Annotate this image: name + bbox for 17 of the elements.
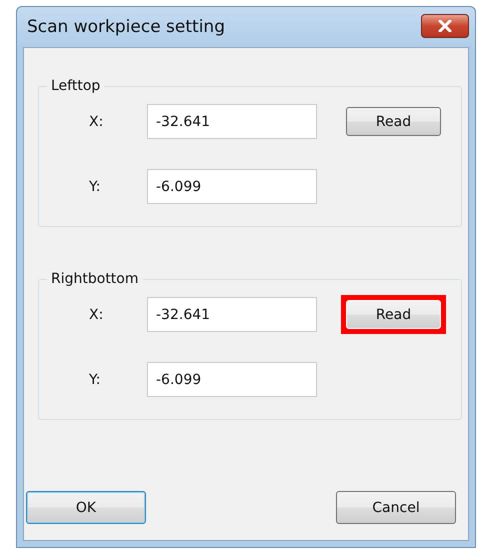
field-label: X: xyxy=(88,306,104,322)
window-title: Scan workpiece setting xyxy=(26,17,225,37)
input-field[interactable]: -32.641 xyxy=(147,297,317,332)
field-label: X: xyxy=(88,114,104,130)
read-button[interactable]: Read xyxy=(346,107,441,136)
close-icon xyxy=(437,20,453,32)
read-button[interactable]: Read xyxy=(346,300,441,329)
input-field[interactable]: -32.641 xyxy=(147,104,317,139)
field-label: Y: xyxy=(88,178,102,194)
close-button[interactable] xyxy=(421,14,469,38)
input-field[interactable]: -6.099 xyxy=(147,362,317,397)
dialog-button[interactable]: Cancel xyxy=(336,491,456,524)
group-title: Rightbottom xyxy=(50,271,140,287)
input-field[interactable]: -6.099 xyxy=(147,169,317,204)
field-label: Y: xyxy=(88,372,102,388)
group-title: Lefttop xyxy=(50,78,102,94)
dialog-button[interactable]: OK xyxy=(26,491,146,524)
